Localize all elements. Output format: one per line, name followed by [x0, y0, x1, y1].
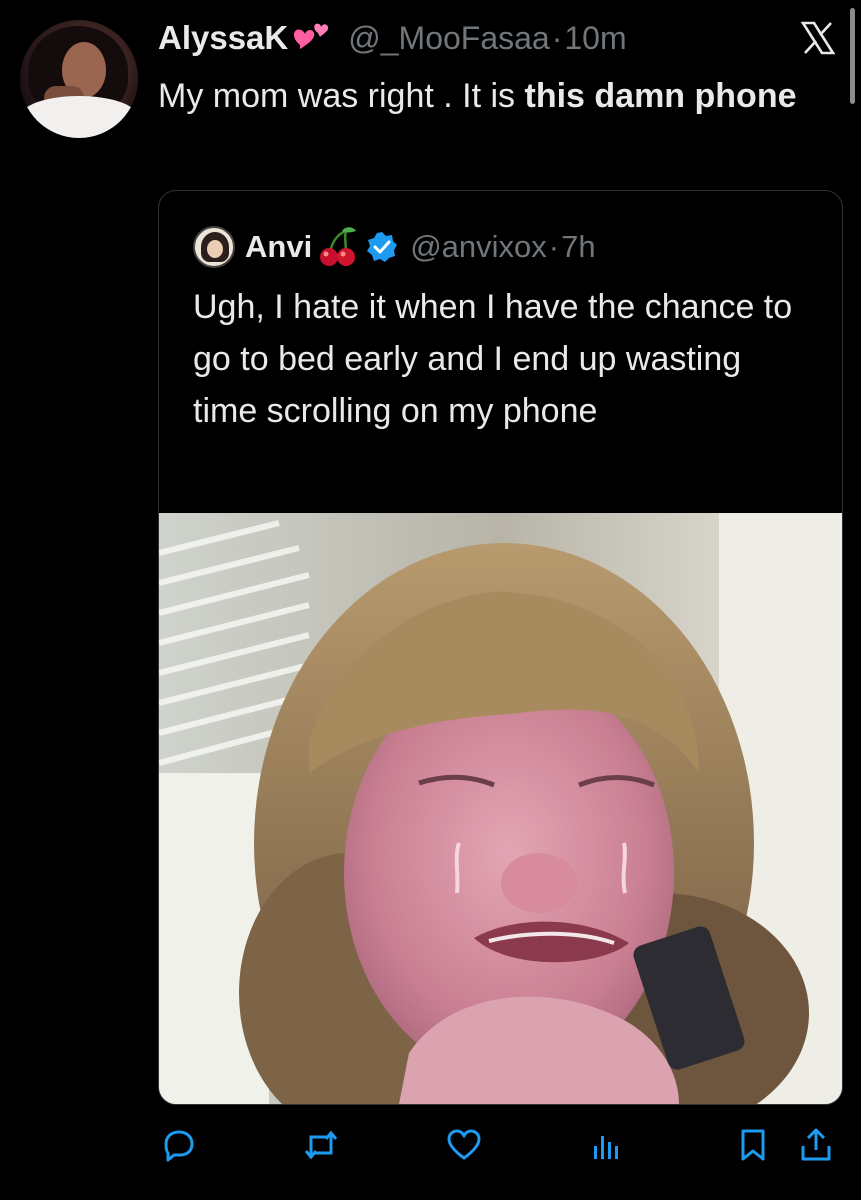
repost-icon[interactable] [302, 1126, 340, 1164]
quote-author-name[interactable]: Anvi [245, 229, 312, 265]
tweet-text: My mom was right . It is this damn phone [158, 70, 818, 122]
action-bar [0, 1120, 861, 1170]
separator-dot: · [551, 19, 563, 56]
cherry-icon [320, 227, 357, 266]
quote-author-avatar[interactable] [193, 226, 235, 268]
quote-header: Anvi @anvixox · 7h [193, 225, 596, 269]
verified-badge-icon [367, 232, 398, 262]
author-avatar[interactable] [20, 20, 138, 138]
bookmark-icon[interactable] [734, 1126, 772, 1164]
quoted-tweet[interactable]: Anvi @anvixox · 7h Ugh, I hate it when I… [158, 190, 843, 1105]
x-logo-icon[interactable] [800, 20, 836, 56]
share-icon[interactable] [797, 1126, 835, 1164]
author-handle[interactable]: @_MooFasaa [348, 20, 549, 57]
tweet-text-bold: this damn phone [524, 77, 797, 115]
author-name[interactable]: AlyssaK [158, 19, 288, 57]
quote-time[interactable]: 7h [561, 229, 595, 265]
pink-hearts-icon [294, 23, 329, 49]
scrollbar[interactable] [850, 8, 855, 104]
like-icon[interactable] [445, 1126, 483, 1164]
tweet-header: AlyssaK @_MooFasaa · 10m [158, 16, 627, 60]
quote-author-handle[interactable]: @anvixox [410, 229, 547, 265]
quote-text: Ugh, I hate it when I have the chance to… [193, 288, 793, 430]
quote-separator-dot: · [548, 229, 560, 264]
tweet-text-plain: My mom was right . It is [158, 77, 525, 115]
views-icon[interactable] [588, 1126, 626, 1164]
quote-photo[interactable] [159, 513, 842, 1104]
reply-icon[interactable] [160, 1126, 198, 1164]
tweet-time[interactable]: 10m [564, 20, 626, 57]
